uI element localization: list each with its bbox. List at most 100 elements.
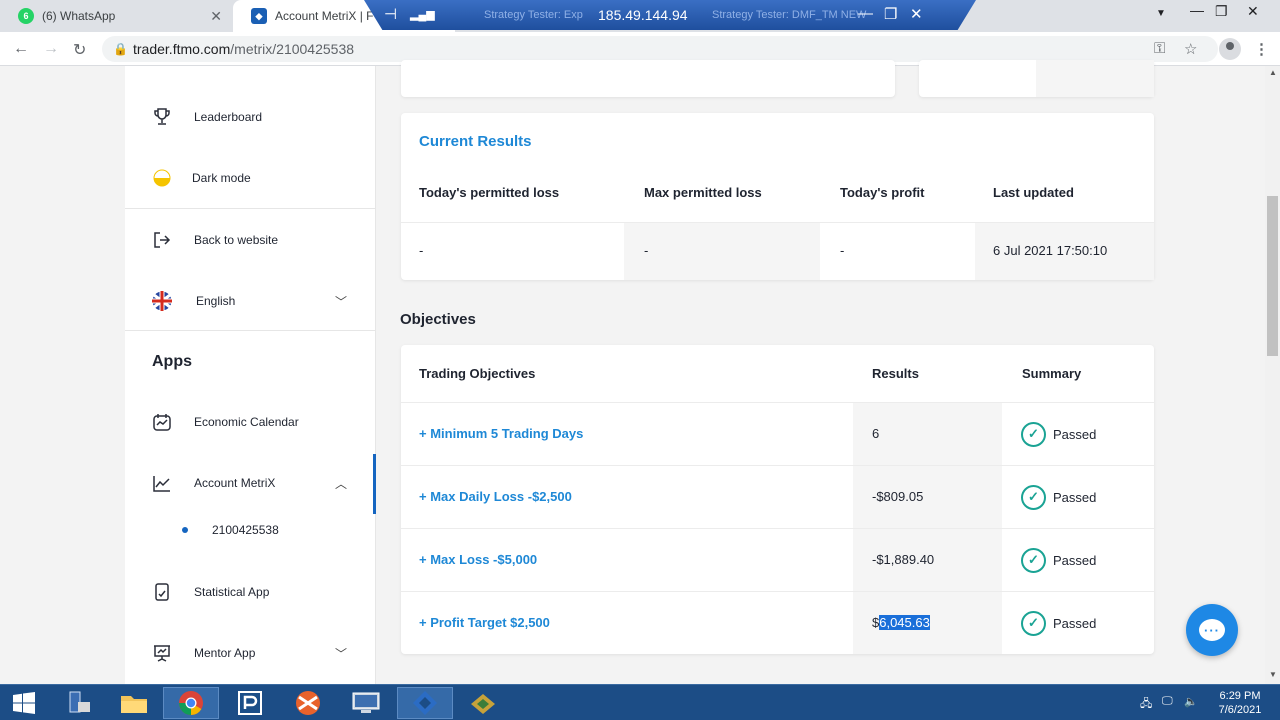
sidebar-item-dark-mode[interactable]: Dark mode xyxy=(125,158,375,198)
system-clock[interactable]: 6:29 PM 7/6/2021 xyxy=(1210,689,1270,717)
dark-mode-toggle-icon[interactable] xyxy=(151,167,173,189)
reload-icon[interactable]: ↻ xyxy=(73,40,86,60)
taskbar-ftmo[interactable] xyxy=(397,687,453,719)
scroll-up-icon[interactable]: ▲ xyxy=(1269,68,1277,77)
sidebar-subitem-account[interactable]: 2100425538 xyxy=(125,510,375,550)
start-button[interactable] xyxy=(0,687,48,719)
minimize-icon[interactable]: — xyxy=(1190,2,1204,18)
star-icon[interactable]: ☆ xyxy=(1184,40,1197,58)
objective-link-min-trading-days[interactable]: + Minimum 5 Trading Days xyxy=(419,426,583,441)
pin-icon[interactable]: ⊣ xyxy=(384,5,397,23)
result-value: $6,045.63 xyxy=(872,615,930,630)
close-icon[interactable]: ✕ xyxy=(210,8,222,25)
line-chart-icon xyxy=(151,472,173,494)
divider xyxy=(125,330,375,331)
clock-time: 6:29 PM xyxy=(1219,690,1261,702)
value-todays-profit: - xyxy=(840,243,845,258)
header-todays-profit: Today's profit xyxy=(840,185,925,200)
check-circle-icon: ✓ xyxy=(1021,484,1046,510)
scroll-thumb[interactable] xyxy=(1267,196,1278,356)
cell-shade xyxy=(624,223,820,280)
value-max-permitted-loss: - xyxy=(644,243,649,258)
clipboard-chart-icon xyxy=(151,581,173,603)
folder-icon xyxy=(121,696,147,713)
check-circle-icon: ✓ xyxy=(1021,547,1046,573)
taskbar-server-manager[interactable] xyxy=(50,687,106,719)
key-icon[interactable]: ⚿ xyxy=(1154,40,1165,57)
header-todays-permitted-loss: Today's permitted loss xyxy=(419,185,560,200)
minimize-icon[interactable]: — xyxy=(858,5,873,22)
header-results: Results xyxy=(872,366,919,381)
taskbar-trading-terminal[interactable] xyxy=(222,687,278,719)
close-icon[interactable]: ✕ xyxy=(1247,3,1259,20)
sidebar-item-label: Mentor App xyxy=(194,646,256,660)
notification-icon[interactable]: 🖵 xyxy=(1162,695,1173,708)
network-icon[interactable]: 🖧 xyxy=(1140,695,1152,714)
background-tab-label: Strategy Tester: DMF_TM NEW xyxy=(712,9,867,21)
value-last-updated: 6 Jul 2021 17:50:10 xyxy=(993,243,1108,258)
tab-whatsapp[interactable]: 6 (6) WhatsApp ✕ xyxy=(0,0,232,32)
profile-avatar[interactable] xyxy=(1219,38,1241,60)
sidebar-item-back-to-website[interactable]: Back to website xyxy=(125,220,375,260)
calendar-icon xyxy=(151,411,173,433)
sidebar-item-account-metrix[interactable]: Account MetriX ︿ xyxy=(125,463,375,503)
sidebar-item-mentor-app[interactable]: Mentor App ﹀ xyxy=(125,633,375,673)
objective-link-max-loss[interactable]: + Max Loss -$5,000 xyxy=(419,552,537,567)
chevron-down-icon: ﹀ xyxy=(335,294,348,309)
taskbar-chrome[interactable] xyxy=(163,687,219,719)
menu-icon[interactable]: ⋮ xyxy=(1254,40,1269,58)
restore-icon[interactable]: ❐ xyxy=(884,5,897,23)
rdp-host: 185.49.144.94 xyxy=(598,7,688,23)
taskbar-remote-desktop[interactable] xyxy=(338,687,394,719)
volume-icon[interactable]: 🔈 xyxy=(1184,695,1198,708)
header-trading-objectives: Trading Objectives xyxy=(419,366,536,381)
sidebar-item-economic-calendar[interactable]: Economic Calendar xyxy=(125,402,375,442)
result-value: 6 xyxy=(872,426,880,441)
page-scrollbar[interactable]: ▲ ▼ xyxy=(1265,66,1280,684)
url-field[interactable]: 🔒 trader.ftmo.com/metrix/2100425538 xyxy=(102,36,1218,62)
ftmo-app-icon xyxy=(413,691,437,715)
check-circle-icon: ✓ xyxy=(1021,610,1046,636)
divider xyxy=(125,208,375,209)
close-icon[interactable]: ✕ xyxy=(910,5,923,23)
objective-link-profit-target[interactable]: + Profit Target $2,500 xyxy=(419,615,550,630)
language-selector[interactable]: English ﹀ xyxy=(125,281,375,321)
objective-link-max-daily-loss[interactable]: + Max Daily Loss -$2,500 xyxy=(419,489,572,504)
taskbar-app-book[interactable] xyxy=(455,687,511,719)
divider xyxy=(401,591,1154,592)
remote-desktop-icon xyxy=(352,692,380,713)
sidebar-item-label: Leaderboard xyxy=(194,110,263,124)
chevron-down-icon: ﹀ xyxy=(335,646,348,661)
header-summary: Summary xyxy=(1022,366,1082,381)
sidebar-item-label: Account MetriX xyxy=(194,476,276,490)
chat-button[interactable]: ··· xyxy=(1186,604,1238,656)
result-value: -$1,889.40 xyxy=(872,552,935,567)
url-path: /metrix/2100425538 xyxy=(230,41,355,57)
server-manager-icon xyxy=(69,691,90,713)
sidebar-item-statistical-app[interactable]: Statistical App xyxy=(125,572,375,612)
browser-tab-bar: 6 (6) WhatsApp ✕ ◆ Account MetriX | FTMO… xyxy=(0,0,1280,32)
status-badge: ✓ Passed xyxy=(1021,547,1096,573)
sidebar-item-leaderboard[interactable]: Leaderboard xyxy=(125,97,375,137)
summary-card-partial xyxy=(919,60,1154,97)
status-label: Passed xyxy=(1053,615,1097,631)
chevron-up-icon: ︿ xyxy=(335,476,348,491)
check-circle-icon: ✓ xyxy=(1021,421,1046,447)
status-label: Passed xyxy=(1053,552,1097,568)
current-results-title: Current Results xyxy=(419,133,532,150)
tab-label: (6) WhatsApp xyxy=(42,9,116,23)
back-icon[interactable]: ← xyxy=(13,40,29,58)
status-label: Passed xyxy=(1053,426,1097,442)
language-label: English xyxy=(196,294,236,308)
taskbar-file-explorer[interactable] xyxy=(106,687,162,719)
sidebar: Leaderboard Dark mode Back to website En… xyxy=(125,66,376,684)
value-todays-permitted-loss: - xyxy=(419,243,424,258)
status-badge: ✓ Passed xyxy=(1021,610,1096,636)
chat-bubble-icon: ··· xyxy=(1199,619,1225,641)
scroll-down-icon[interactable]: ▼ xyxy=(1269,670,1277,679)
forward-icon[interactable]: → xyxy=(43,40,59,58)
taskbar-app-orange[interactable] xyxy=(280,687,336,719)
restore-icon[interactable]: ❐ xyxy=(1215,3,1228,20)
divider xyxy=(401,465,1154,466)
tab-search-icon[interactable]: ▼ xyxy=(1156,8,1166,19)
